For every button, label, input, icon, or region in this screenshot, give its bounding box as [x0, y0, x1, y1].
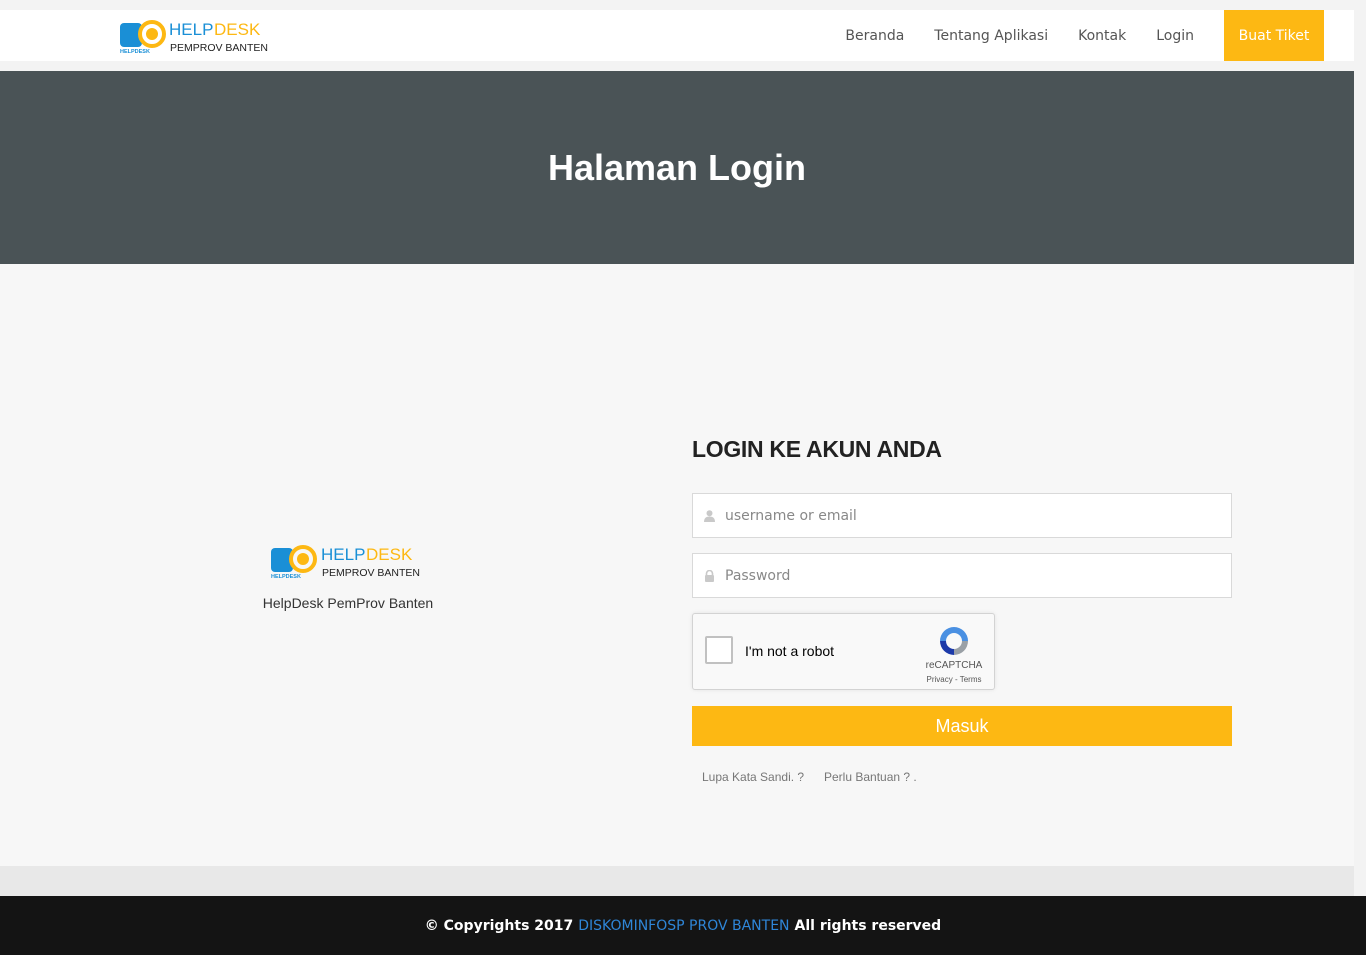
svg-text:HELPDESK: HELPDESK [120, 49, 150, 55]
buat-tiket-button[interactable]: Buat Tiket [1224, 10, 1324, 61]
svg-text:HELP: HELP [169, 20, 213, 39]
password-field[interactable] [692, 553, 1232, 598]
footer-org-link[interactable]: DISKOMINFOSP PROV BANTEN [578, 918, 789, 934]
login-title: LOGIN KE AKUN ANDA [692, 436, 942, 462]
footer-rights: All rights reserved [794, 917, 942, 934]
footer-band [0, 866, 1354, 896]
svg-text:DESK: DESK [214, 20, 261, 39]
brand-caption: HelpDesk PemProv Banten [262, 595, 434, 611]
recaptcha-links[interactable]: Privacy - Terms [915, 675, 993, 684]
navbar: HELP DESK PEMPROV BANTEN HELPDESK Berand… [0, 10, 1354, 61]
svg-text:HELPDESK: HELPDESK [271, 574, 301, 580]
nav-link-tentang-aplikasi[interactable]: Tentang Aplikasi [934, 28, 1048, 44]
username-field[interactable] [692, 493, 1232, 538]
helpdesk-logo[interactable]: HELP DESK PEMPROV BANTEN HELPDESK [120, 17, 270, 55]
recaptcha-widget: I'm not a robot reCAPTCHA Privacy - Term… [692, 613, 995, 690]
help-link[interactable]: Perlu Bantuan ? . [824, 770, 917, 784]
password-input[interactable] [725, 555, 1205, 596]
recaptcha-label: I'm not a robot [745, 643, 835, 659]
svg-text:DESK: DESK [366, 545, 413, 564]
footer-copyright: © Copyrights 2017 [424, 917, 574, 934]
forgot-password-link[interactable]: Lupa Kata Sandi. ? [702, 770, 804, 784]
svg-text:HELP: HELP [321, 545, 365, 564]
nav-menu: Beranda Tentang Aplikasi Kontak Login Bu… [815, 10, 1324, 61]
footer: © Copyrights 2017 DISKOMINFOSP PROV BANT… [0, 896, 1366, 955]
hero-banner: Halaman Login [0, 71, 1354, 264]
recaptcha-brand: reCAPTCHA [925, 660, 983, 671]
user-icon [703, 509, 715, 522]
main-content: HELP DESK PEMPROV BANTEN HELPDESK HelpDe… [0, 264, 1354, 866]
svg-text:PEMPROV BANTEN: PEMPROV BANTEN [170, 42, 268, 54]
helpdesk-brand-logo: HELP DESK PEMPROV BANTEN HELPDESK [271, 545, 420, 580]
nav-link-beranda[interactable]: Beranda [845, 28, 904, 44]
recaptcha-checkbox[interactable] [705, 636, 733, 664]
recaptcha-logo-icon [940, 627, 968, 655]
svg-text:PEMPROV BANTEN: PEMPROV BANTEN [322, 567, 420, 579]
username-input[interactable] [725, 495, 1205, 536]
lock-icon [703, 569, 715, 582]
nav-link-login[interactable]: Login [1156, 28, 1194, 44]
page-title: Halaman Login [547, 146, 807, 188]
nav-link-kontak[interactable]: Kontak [1078, 28, 1126, 44]
masuk-button[interactable]: Masuk [692, 706, 1232, 746]
scrollbar[interactable] [1354, 0, 1366, 896]
